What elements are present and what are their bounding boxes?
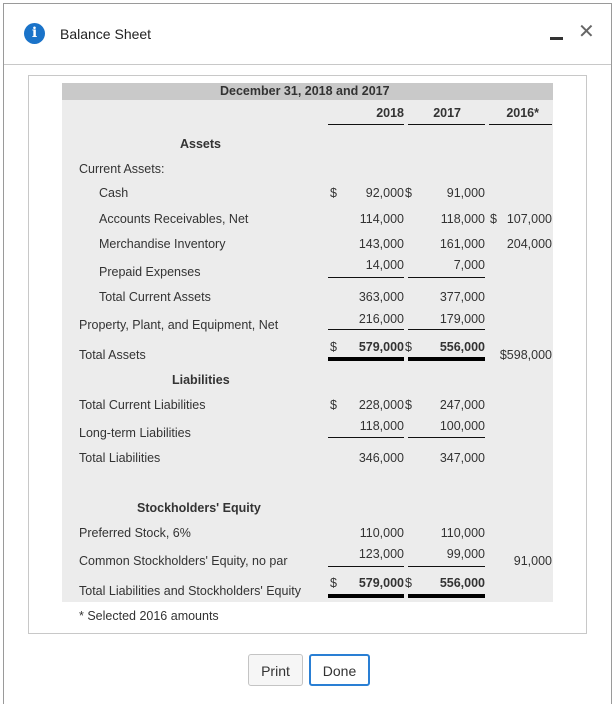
- column-underline: [489, 124, 552, 125]
- subtotal-underline: [328, 277, 404, 278]
- row-label-prepaid: Prepaid Expenses: [99, 265, 201, 279]
- value-2016-ar: 107,000: [506, 212, 552, 226]
- dollar-sign: $: [330, 398, 337, 412]
- value-2017-ltl: 100,000: [439, 419, 485, 433]
- value-2018-prepaid: 14,000: [365, 258, 404, 272]
- value-2017-pref: 110,000: [440, 526, 485, 540]
- row-label-ppe: Property, Plant, and Equipment, Net: [79, 318, 279, 332]
- dollar-sign: $: [330, 186, 337, 200]
- row-label-ar: Accounts Receivables, Net: [99, 212, 249, 226]
- subtotal-underline: [408, 437, 485, 438]
- row-label-inv: Merchandise Inventory: [99, 237, 226, 251]
- subtotal-underline: [408, 566, 485, 567]
- footnote: * Selected 2016 amounts: [79, 609, 219, 623]
- dollar-sign: $: [405, 340, 412, 354]
- row-label-tcl: Total Current Liabilities: [79, 398, 206, 412]
- dollar-sign: $: [330, 576, 337, 590]
- row-label-tca: Total Current Assets: [99, 290, 211, 304]
- section-header-liabilities: Liabilities: [172, 373, 230, 387]
- subtotal-underline: [328, 437, 404, 438]
- dialog-title: Balance Sheet: [60, 26, 152, 42]
- subtotal-underline: [328, 329, 404, 330]
- value-2018-tca: 363,000: [358, 290, 404, 304]
- row-label-cash: Cash: [99, 186, 129, 200]
- section-header-assets: Assets: [180, 137, 221, 151]
- current-assets-label: Current Assets:: [79, 162, 165, 176]
- row-label-ta: Total Assets: [79, 348, 146, 362]
- value-2017-prepaid: 7,000: [453, 258, 485, 272]
- row-label-pref: Preferred Stock, 6%: [79, 526, 191, 540]
- value-2017-tl: 347,000: [439, 451, 485, 465]
- value-2018-ar: 114,000: [359, 212, 404, 226]
- subtotal-underline: [328, 566, 404, 567]
- dollar-sign: $: [405, 186, 412, 200]
- total-double-underline: [408, 594, 485, 598]
- total-double-underline: [408, 357, 485, 361]
- value-2016-inv: 204,000: [506, 237, 552, 251]
- close-icon[interactable]: ✕: [578, 22, 595, 42]
- dollar-sign: $: [330, 340, 337, 354]
- value-2017-tlse: 556,000: [439, 576, 485, 590]
- value-2017-ppe: 179,000: [439, 312, 485, 326]
- value-2018-ltl: 118,000: [359, 419, 404, 433]
- column-2016: 2016*: [506, 106, 539, 120]
- value-2018-inv: 143,000: [358, 237, 404, 251]
- info-icon: i: [24, 23, 45, 44]
- subtotal-underline: [408, 329, 485, 330]
- value-2018-ppe: 216,000: [358, 312, 404, 326]
- value-2018-common: 123,000: [358, 547, 404, 561]
- value-2017-cash: 91,000: [446, 186, 485, 200]
- print-button[interactable]: Print: [248, 654, 303, 686]
- dialog-titlebar: i Balance Sheet ✕: [4, 4, 611, 65]
- column-2018: 2018: [376, 106, 404, 120]
- column-underline: [408, 124, 485, 125]
- dollar-sign: $: [405, 576, 412, 590]
- dollar-sign: $: [405, 398, 412, 412]
- row-label-ltl: Long-term Liabilities: [79, 426, 191, 440]
- value-2017-tcl: 247,000: [439, 398, 485, 412]
- value-2018-pref: 110,000: [359, 526, 404, 540]
- dollar-sign: $: [490, 212, 497, 226]
- row-label-common: Common Stockholders' Equity, no par: [79, 554, 288, 568]
- value-2018-tl: 346,000: [358, 451, 404, 465]
- total-double-underline: [328, 357, 404, 361]
- done-button[interactable]: Done: [309, 654, 370, 686]
- column-underline: [328, 124, 404, 125]
- section-header-equity: Stockholders' Equity: [137, 501, 261, 515]
- row-label-tl: Total Liabilities: [79, 451, 161, 465]
- minimize-icon[interactable]: [550, 37, 563, 40]
- table-heading: December 31, 2018 and 2017: [220, 84, 390, 98]
- column-2017: 2017: [433, 106, 461, 120]
- total-double-underline: [328, 594, 404, 598]
- value-2017-tca: 377,000: [439, 290, 485, 304]
- row-label-tlse: Total Liabilities and Stockholders' Equi…: [79, 584, 301, 598]
- subtotal-underline: [408, 277, 485, 278]
